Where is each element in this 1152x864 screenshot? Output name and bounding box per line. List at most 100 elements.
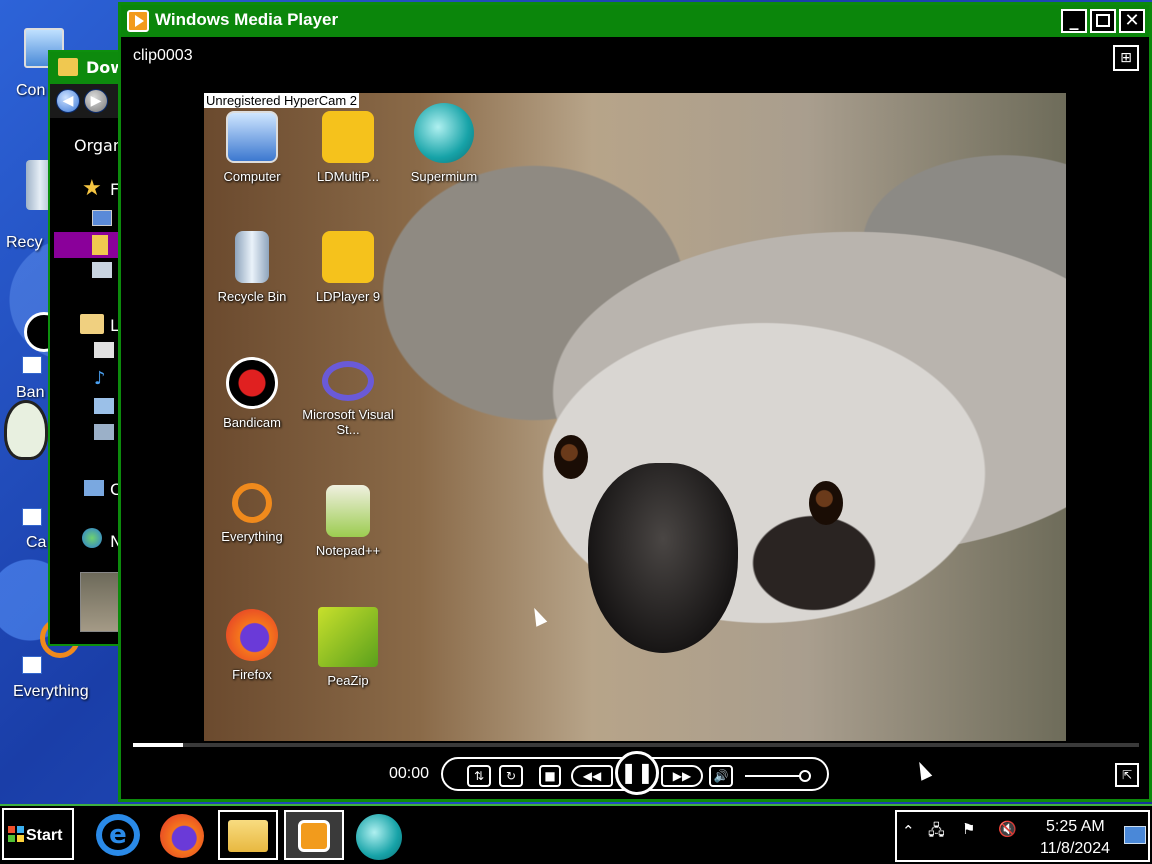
video-icon-bandicam: Bandicam [204,357,302,430]
video-icon-label: Supermium [410,169,478,184]
video-icon-label: Firefox [232,667,272,682]
visual-studio-icon [322,361,374,401]
pause-icon: ❚❚ [620,760,654,784]
seek-bar[interactable] [133,743,1139,747]
show-desktop-button[interactable] [1124,826,1146,844]
desktop-icon [92,210,112,226]
hypercam-watermark: Unregistered HyperCam 2 [204,93,360,108]
videos-icon [94,424,114,440]
shortcut-arrow-icon [22,356,42,374]
next-button[interactable]: ▶▶ [661,765,703,787]
koala-left-eye [554,435,588,479]
libraries-icon [80,314,104,334]
taskbar-media-player[interactable] [284,810,344,860]
video-icon-label: Microsoft Visual St... [302,407,394,437]
notepadpp-icon [326,485,370,537]
desktop-everything-label: Everything [13,683,89,700]
downloads-folder-icon [92,235,108,255]
clock-date[interactable]: 11/8/2024 [1040,840,1110,858]
clip-name: clip0003 [133,47,193,64]
clock-time[interactable]: 5:25 AM [1046,818,1105,836]
shortcut-arrow-icon [22,656,42,674]
video-icon-everything: Everything [204,483,302,544]
shuffle-icon: ⇅ [473,769,485,783]
stop-button[interactable]: ■ [539,765,561,787]
mute-button[interactable]: 🔊 [709,765,733,787]
desktop-computer-label: Con [16,82,46,99]
expand-icon: ⇱ [1121,768,1133,782]
back-button[interactable]: ◀ [56,89,80,113]
show-hidden-icons-button[interactable]: ⌃ [902,822,915,840]
folder-icon [58,58,78,76]
desktop-bandicam-label: Ban [16,384,45,401]
computer-icon [226,111,278,163]
mouse-cursor-icon [528,605,548,627]
mouse-pointer-icon [913,759,933,781]
seek-progress [133,743,184,747]
computer-icon [84,480,104,496]
volume-slider[interactable] [745,775,805,777]
video-icon-visual-studio: Microsoft Visual St... [298,361,398,437]
thumbnail-preview [80,572,120,632]
close-button[interactable]: ✕ [1119,9,1145,33]
video-icon-notepadpp: Notepad++ [298,485,398,558]
volume-slider-handle[interactable] [799,770,811,782]
taskbar-supermium[interactable] [350,810,410,860]
forward-button[interactable]: ▶ [84,89,108,113]
media-player-titlebar[interactable]: Windows Media Player _ ✕ [121,5,1149,37]
media-player-icon [127,10,149,32]
peazip-icon [318,607,378,667]
network-icon[interactable]: 🖧 [928,820,945,845]
bandicam-icon [226,357,278,409]
maximize-button[interactable] [1090,9,1116,33]
video-frame[interactable]: Unregistered HyperCam 2 Computer LDMulti… [204,93,1066,741]
explorer-titlebar[interactable]: Dow [50,52,126,84]
pictures-icon [94,398,114,414]
desktop-speech-icon[interactable] [4,400,48,460]
recycle-bin-icon [235,231,269,283]
video-icon-ldmultiplayer: LDMultiP... [298,111,398,184]
fast-forward-icon: ▶▶ [672,769,692,783]
video-icon-label: PeaZip [327,673,369,688]
video-icon-peazip: PeaZip [298,607,398,688]
media-player-window[interactable]: Windows Media Player _ ✕ clip0003 ⊞ Unre… [118,2,1152,802]
taskbar-file-explorer[interactable] [218,810,278,860]
video-icon-ldplayer: LDPlayer 9 [298,231,398,304]
ldplayer-icon [322,231,374,283]
video-icon-label: LDPlayer 9 [315,289,381,304]
video-icon-label: Everything [221,529,283,544]
explorer-nav-bar: ◀ ▶ [50,84,126,118]
rewind-icon: ◀◀ [582,769,602,783]
firefox-icon [226,609,278,661]
stop-icon: ■ [544,769,556,783]
tree-item-selected[interactable] [54,232,126,258]
firefox-icon [160,814,204,858]
switch-to-now-playing-button[interactable]: ⇱ [1115,763,1139,787]
music-icon: ♪ [94,368,106,389]
start-label: Start [26,827,63,844]
explorer-window[interactable]: Dow ◀ ▶ Organ ★ F L ♪ C N [48,50,128,646]
taskbar-internet-explorer[interactable]: e [88,810,148,860]
previous-button[interactable]: ◀◀ [571,765,613,787]
video-icon-label: LDMultiP... [317,169,379,184]
switch-to-library-button[interactable]: ⊞ [1113,45,1139,71]
volume-muted-icon[interactable]: 🔇 [998,820,1017,838]
repeat-button[interactable]: ↻ [499,765,523,787]
elapsed-time: 00:00 [389,765,430,782]
speaker-icon: 🔊 [713,769,729,783]
everything-icon [232,483,272,523]
video-icon-label: Notepad++ [315,543,381,558]
taskbar-firefox[interactable] [152,810,212,860]
organize-menu[interactable]: Organ [74,136,123,155]
minimize-button[interactable]: _ [1061,9,1087,33]
shuffle-button[interactable]: ⇅ [467,765,491,787]
start-button[interactable]: Start [2,808,74,860]
video-icon-supermium: Supermium [394,103,494,184]
pause-button[interactable]: ❚❚ [615,751,659,795]
media-player-icon [298,820,330,852]
favorites-star-icon: ★ [82,176,102,201]
action-center-flag-icon[interactable]: ⚑ [962,820,975,838]
playback-controls: ⇅ ↻ ■ ◀◀ ❚❚ ▶▶ 🔊 [441,751,829,795]
documents-icon [94,342,114,358]
internet-explorer-icon: e [96,814,140,856]
